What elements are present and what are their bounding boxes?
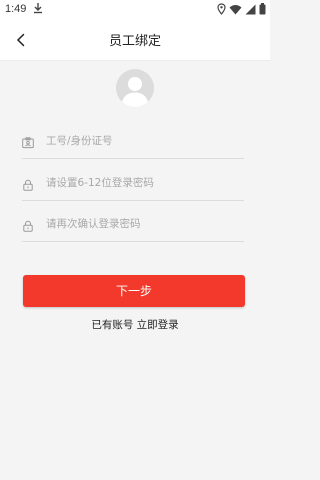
id-number-input[interactable]: 工号/身份证号 (46, 133, 113, 148)
signal-icon (245, 4, 256, 18)
user-silhouette-icon (121, 77, 149, 107)
wifi-icon (229, 4, 242, 18)
status-bar: 1:49 (0, 0, 270, 20)
location-icon (217, 3, 226, 18)
download-icon (33, 2, 43, 17)
screen: 1:49 员工绑定 工号/身份证号 请设置6-12位登录密码 请再次确认登录密码… (0, 0, 270, 480)
lock-icon (22, 217, 34, 232)
status-icons (217, 3, 266, 18)
confirm-password-field[interactable]: 请再次确认登录密码 (22, 209, 244, 242)
page-title: 员工绑定 (108, 34, 161, 49)
lock-icon (22, 176, 34, 191)
avatar[interactable] (116, 69, 154, 107)
password-input[interactable]: 请设置6-12位登录密码 (46, 175, 154, 190)
status-time: 1:49 (5, 3, 27, 15)
confirm-password-input[interactable]: 请再次确认登录密码 (46, 216, 141, 231)
next-step-button[interactable]: 下一步 (23, 275, 245, 307)
id-number-field[interactable]: 工号/身份证号 (22, 126, 244, 159)
login-link[interactable]: 已有账号 立即登录 (0, 317, 270, 332)
battery-icon (259, 3, 266, 18)
app-bar: 员工绑定 (0, 20, 270, 61)
password-field[interactable]: 请设置6-12位登录密码 (22, 168, 244, 201)
id-card-icon (22, 134, 34, 149)
